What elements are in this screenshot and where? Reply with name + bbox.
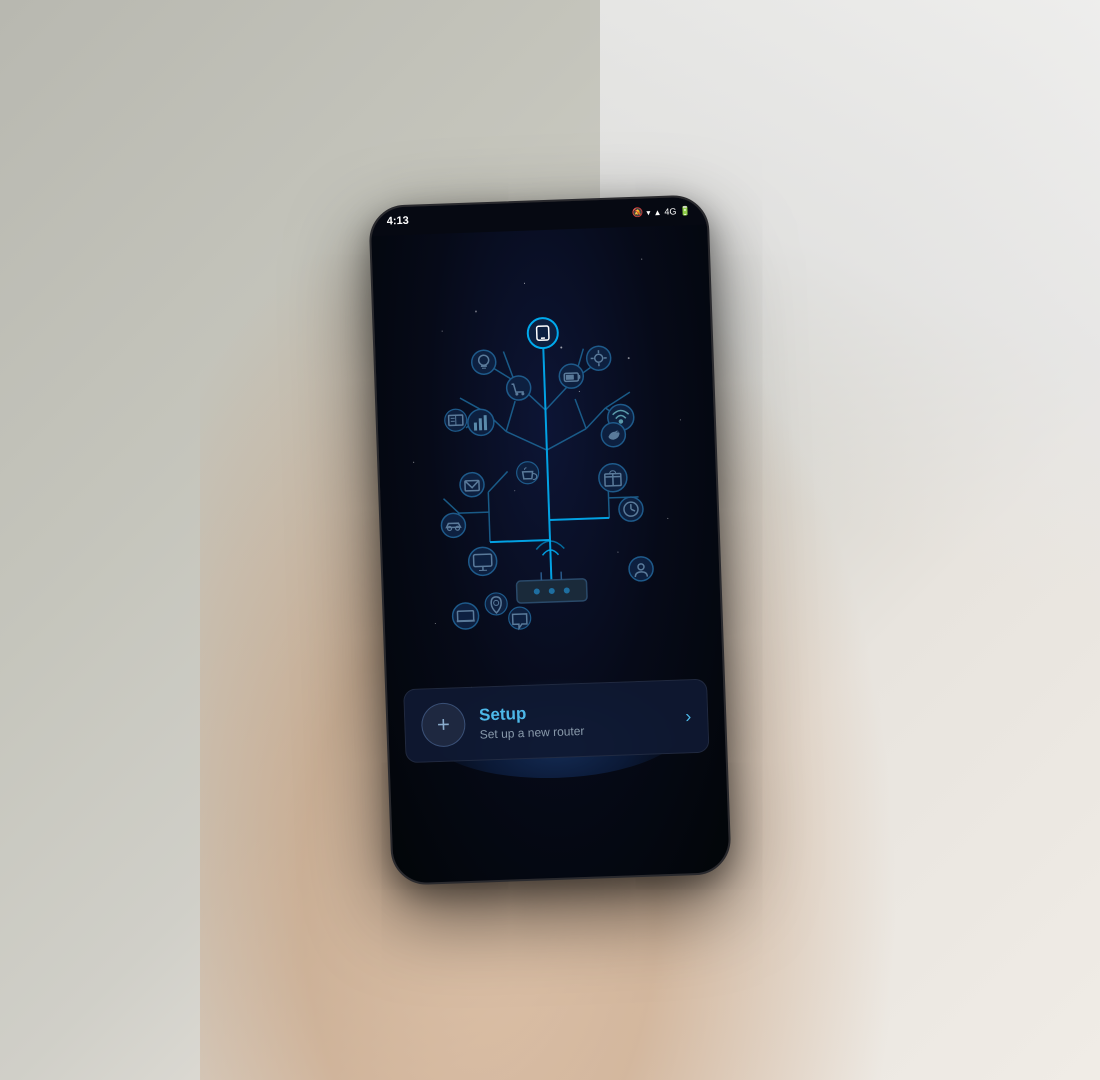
iot-tree-illustration	[400, 245, 694, 675]
setup-card[interactable]: + Setup Set up a new router ›	[403, 679, 709, 764]
phone-device: 4:13 🔕 ▾ ▲ 4G 🔋	[368, 194, 732, 885]
setup-plus-button[interactable]: +	[421, 702, 467, 748]
phone-mockup: 4:13 🔕 ▾ ▲ 4G 🔋	[368, 194, 732, 885]
plus-icon: +	[436, 712, 450, 738]
setup-text-area: Setup Set up a new router	[479, 699, 672, 742]
status-time: 4:13	[387, 215, 409, 228]
wifi-signal-icon: ▲	[653, 207, 661, 216]
battery-icon: 🔋	[679, 205, 691, 216]
screen-content: + Setup Set up a new router ›	[371, 224, 729, 883]
mute-icon: 🔕	[632, 207, 644, 218]
status-icons: 🔕 ▾ ▲ 4G 🔋	[632, 205, 691, 218]
signal-icon: ▾	[646, 208, 650, 217]
chevron-right-icon: ›	[685, 706, 692, 727]
network-type-label: 4G	[664, 206, 676, 216]
phone-screen: 4:13 🔕 ▾ ▲ 4G 🔋	[370, 196, 729, 883]
